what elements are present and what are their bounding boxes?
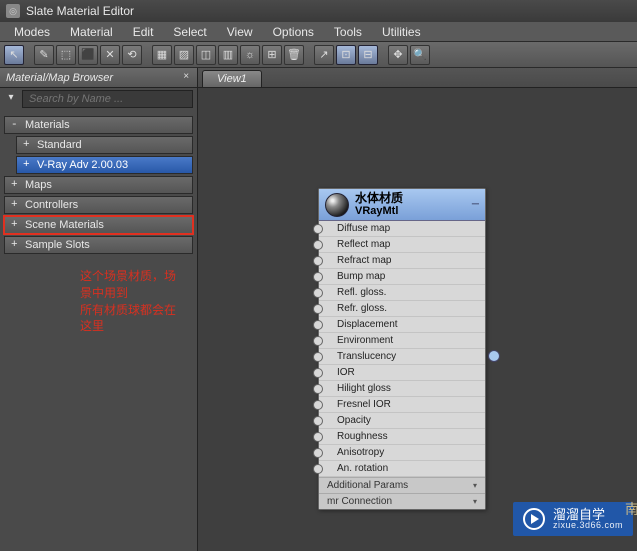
tree-item-v-ray-adv-2-00-03[interactable]: +V-Ray Adv 2.00.03 — [16, 156, 193, 174]
close-icon[interactable]: × — [179, 71, 193, 85]
annotation-text: 这个场景材质，场景中用到 所有材质球都会在这里 — [0, 260, 197, 335]
tree-item-materials[interactable]: -Materials — [4, 116, 193, 134]
layout-all[interactable]: ⊡ — [336, 45, 356, 65]
assign-material[interactable]: ⬚ — [56, 45, 76, 65]
output-port[interactable] — [479, 349, 493, 363]
preview-options[interactable]: ▥ — [218, 45, 238, 65]
view-tab[interactable]: View1 — [202, 70, 262, 87]
footer-mr-connection[interactable]: mr Connection▾ — [319, 493, 485, 509]
assign-selection[interactable]: ⬛ — [78, 45, 98, 65]
footer-additional-params[interactable]: Additional Params▾ — [319, 477, 485, 493]
input-port[interactable] — [313, 272, 323, 282]
background[interactable]: ▦ — [152, 45, 172, 65]
chevron-down-icon: ▾ — [473, 481, 477, 490]
menu-material[interactable]: Material — [60, 25, 123, 39]
slot-refract-map[interactable]: Refract map — [319, 253, 485, 269]
clear[interactable]: 🗑 — [284, 45, 304, 65]
slot-an-rotation[interactable]: An. rotation — [319, 461, 485, 477]
menu-utilities[interactable]: Utilities — [372, 25, 431, 39]
select-by-material[interactable]: 🔍 — [410, 45, 430, 65]
slot-ior[interactable]: IOR — [319, 365, 485, 381]
slot-reflect-map[interactable]: Reflect map — [319, 237, 485, 253]
input-port[interactable] — [313, 464, 323, 474]
input-port[interactable] — [313, 256, 323, 266]
move-children[interactable]: ↗ — [314, 45, 334, 65]
material-map-browser: Material/Map Browser × ▾ -Materials +Stan… — [0, 68, 198, 551]
sample-type[interactable]: ◫ — [196, 45, 216, 65]
reset[interactable]: ⟲ — [122, 45, 142, 65]
play-icon — [523, 508, 545, 530]
menu-modes[interactable]: Modes — [4, 25, 60, 39]
material-preview-sphere — [325, 193, 349, 217]
slot-roughness[interactable]: Roughness — [319, 429, 485, 445]
slot-refr-gloss-[interactable]: Refr. gloss. — [319, 301, 485, 317]
slot-diffuse-map[interactable]: Diffuse map — [319, 221, 485, 237]
input-port[interactable] — [313, 336, 323, 346]
menu-select[interactable]: Select — [163, 25, 216, 39]
browser-title: Material/Map Browser — [6, 72, 113, 84]
node-canvas[interactable]: 水体材质 VRayMtl ─ Diffuse mapReflect mapRef… — [198, 88, 637, 551]
watermark: 溜溜自学 zixue.3d66.com — [513, 502, 633, 536]
slot-hilight-gloss[interactable]: Hilight gloss — [319, 381, 485, 397]
select-tool[interactable]: ↖ — [4, 45, 24, 65]
tree-item-controllers[interactable]: +Controllers — [4, 196, 193, 214]
pick-tool[interactable]: ✎ — [34, 45, 54, 65]
input-port[interactable] — [313, 384, 323, 394]
window-title: Slate Material Editor — [26, 4, 134, 18]
node-subtitle: VRayMtl — [355, 205, 403, 217]
layout-children[interactable]: ⊟ — [358, 45, 378, 65]
menu-view[interactable]: View — [217, 25, 263, 39]
viewport[interactable]: View1 水体材质 VRayMtl ─ Diffuse mapReflect … — [198, 68, 637, 551]
material-node[interactable]: 水体材质 VRayMtl ─ Diffuse mapReflect mapRef… — [318, 188, 486, 510]
slot-translucency[interactable]: Translucency — [319, 349, 485, 365]
menu-edit[interactable]: Edit — [123, 25, 164, 39]
input-port[interactable] — [313, 432, 323, 442]
input-port[interactable] — [313, 320, 323, 330]
menu-options[interactable]: Options — [263, 25, 324, 39]
collapse-icon[interactable]: ─ — [472, 199, 479, 210]
slot-opacity[interactable]: Opacity — [319, 413, 485, 429]
slot-environment[interactable]: Environment — [319, 333, 485, 349]
show-map[interactable]: ☼ — [240, 45, 260, 65]
menu-tools[interactable]: Tools — [324, 25, 372, 39]
node-title: 水体材质 — [355, 192, 403, 205]
slot-refl-gloss-[interactable]: Refl. gloss. — [319, 285, 485, 301]
input-port[interactable] — [313, 400, 323, 410]
tree-item-maps[interactable]: +Maps — [4, 176, 193, 194]
toolbar: ↖ ✎⬚⬛✕⟲ ▦▨◫▥☼⊞🗑 ↗⊡⊟ ✥🔍 — [0, 42, 637, 68]
tree-item-sample-slots[interactable]: +Sample Slots — [4, 236, 193, 254]
input-port[interactable] — [313, 448, 323, 458]
input-port[interactable] — [313, 416, 323, 426]
input-port[interactable] — [313, 368, 323, 378]
delete[interactable]: ✕ — [100, 45, 120, 65]
input-port[interactable] — [313, 304, 323, 314]
backlight[interactable]: ▨ — [174, 45, 194, 65]
search-input[interactable] — [22, 90, 193, 108]
slot-anisotropy[interactable]: Anisotropy — [319, 445, 485, 461]
tree-item-standard[interactable]: +Standard — [16, 136, 193, 154]
input-port[interactable] — [313, 352, 323, 362]
input-port[interactable] — [313, 224, 323, 234]
expand-icon[interactable]: ▾ — [4, 92, 18, 106]
app-icon: ◎ — [6, 4, 20, 18]
show-end-result[interactable]: ⊞ — [262, 45, 282, 65]
menubar: ModesMaterialEditSelectViewOptionsToolsU… — [0, 22, 637, 42]
tree-item-scene-materials[interactable]: +Scene Materials — [4, 216, 193, 234]
slot-bump-map[interactable]: Bump map — [319, 269, 485, 285]
input-port[interactable] — [313, 240, 323, 250]
slot-displacement[interactable]: Displacement — [319, 317, 485, 333]
slot-fresnel-ior[interactable]: Fresnel IOR — [319, 397, 485, 413]
input-port[interactable] — [313, 288, 323, 298]
chevron-down-icon: ▾ — [473, 497, 477, 506]
material-map-navigator[interactable]: ✥ — [388, 45, 408, 65]
watermark-side: 南 — [625, 499, 637, 519]
